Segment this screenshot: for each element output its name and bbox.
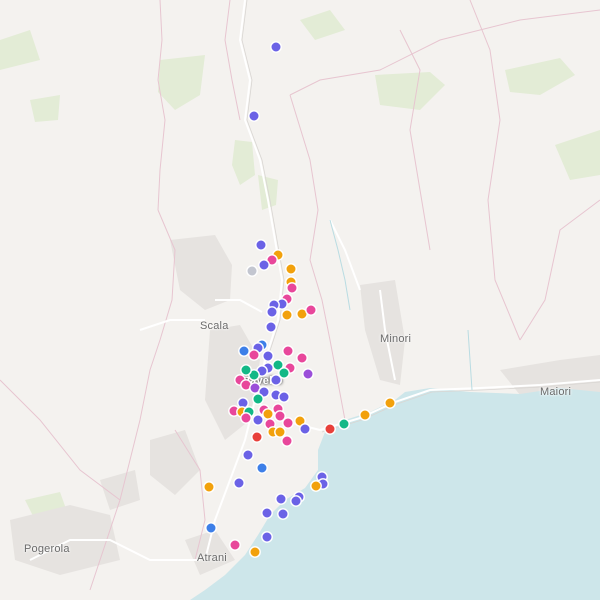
poi-marker-blue[interactable]	[205, 522, 217, 534]
poi-marker-indigo[interactable]	[277, 508, 289, 520]
poi-marker-orange[interactable]	[203, 481, 215, 493]
poi-marker-pink[interactable]	[286, 282, 298, 294]
poi-marker-orange[interactable]	[310, 480, 322, 492]
poi-marker-indigo[interactable]	[255, 239, 267, 251]
poi-marker-red[interactable]	[251, 431, 263, 443]
poi-marker-blue[interactable]	[238, 345, 250, 357]
poi-marker-green[interactable]	[338, 418, 350, 430]
poi-marker-indigo[interactable]	[262, 350, 274, 362]
poi-marker-orange[interactable]	[274, 426, 286, 438]
poi-marker-indigo[interactable]	[290, 495, 302, 507]
poi-marker-indigo[interactable]	[248, 110, 260, 122]
poi-marker-indigo[interactable]	[261, 507, 273, 519]
poi-marker-pink[interactable]	[282, 345, 294, 357]
poi-marker-blue[interactable]	[256, 462, 268, 474]
poi-marker-green[interactable]	[278, 367, 290, 379]
poi-marker-indigo[interactable]	[252, 414, 264, 426]
poi-marker-pink[interactable]	[305, 304, 317, 316]
poi-marker-purple[interactable]	[302, 368, 314, 380]
poi-marker-orange[interactable]	[285, 263, 297, 275]
poi-marker-orange[interactable]	[249, 546, 261, 558]
poi-marker-orange[interactable]	[262, 408, 274, 420]
poi-marker-orange[interactable]	[281, 309, 293, 321]
poi-marker-orange[interactable]	[384, 397, 396, 409]
poi-marker-indigo[interactable]	[233, 477, 245, 489]
poi-marker-indigo[interactable]	[261, 531, 273, 543]
poi-marker-green[interactable]	[252, 393, 264, 405]
poi-marker-indigo[interactable]	[278, 391, 290, 403]
poi-marker-pink[interactable]	[248, 349, 260, 361]
poi-marker-indigo[interactable]	[265, 321, 277, 333]
poi-marker-red[interactable]	[324, 423, 336, 435]
poi-markers-layer[interactable]	[0, 0, 600, 600]
poi-marker-pink[interactable]	[240, 412, 252, 424]
map-view[interactable]: Ravello Scala Minori Maiori Pogerola Atr…	[0, 0, 600, 600]
poi-marker-indigo[interactable]	[270, 41, 282, 53]
poi-marker-indigo[interactable]	[258, 259, 270, 271]
poi-marker-orange[interactable]	[359, 409, 371, 421]
poi-marker-pink[interactable]	[282, 417, 294, 429]
poi-marker-gray[interactable]	[246, 265, 258, 277]
poi-marker-indigo[interactable]	[299, 423, 311, 435]
poi-marker-green[interactable]	[240, 364, 252, 376]
poi-marker-indigo[interactable]	[275, 493, 287, 505]
poi-marker-indigo[interactable]	[266, 306, 278, 318]
poi-marker-pink[interactable]	[296, 352, 308, 364]
poi-marker-indigo[interactable]	[242, 449, 254, 461]
poi-marker-pink[interactable]	[281, 435, 293, 447]
poi-marker-pink[interactable]	[229, 539, 241, 551]
